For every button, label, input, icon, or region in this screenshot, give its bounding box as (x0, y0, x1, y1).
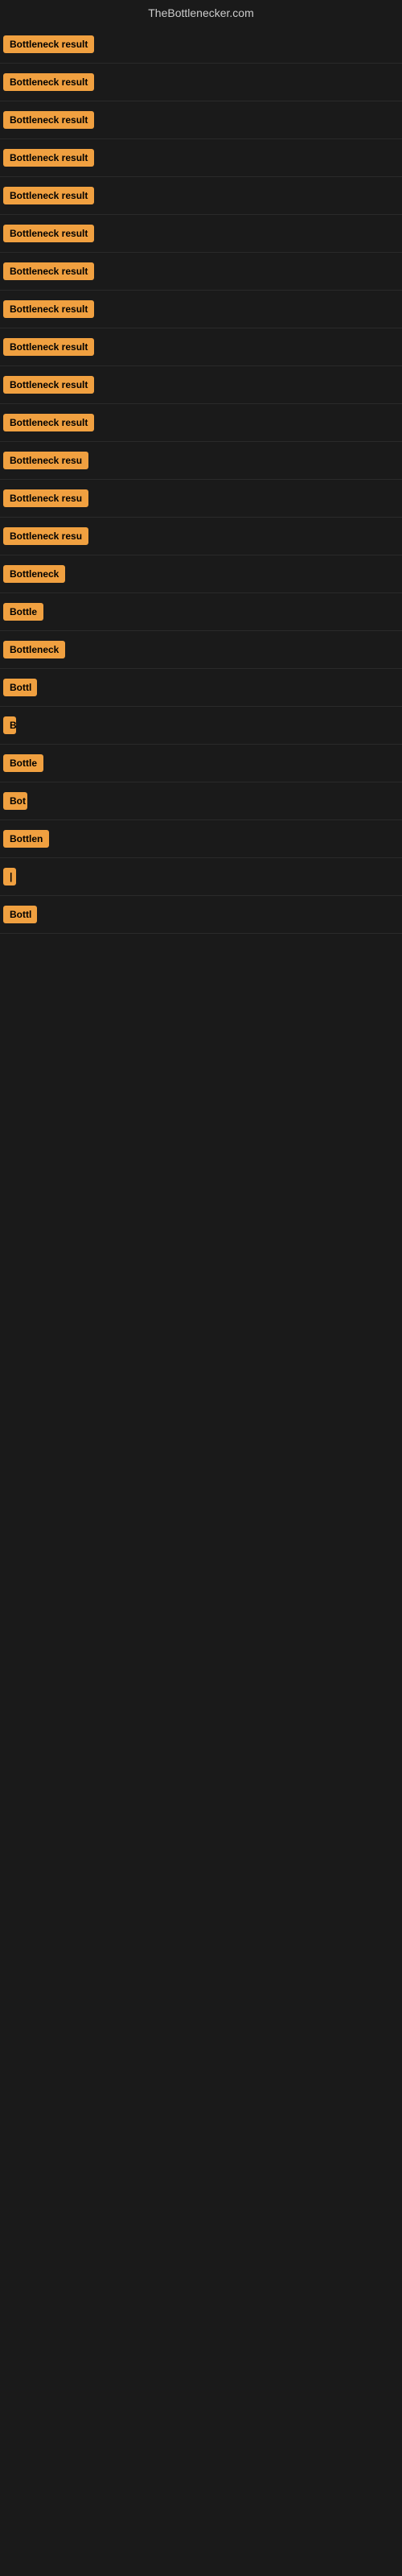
bottleneck-badge[interactable]: Bottleneck result (3, 149, 94, 167)
bottleneck-badge[interactable]: B (3, 716, 16, 734)
result-row: Bottlen (0, 820, 402, 858)
results-list: Bottleneck result Bottleneck result Bottle… (0, 26, 402, 934)
result-row: B (0, 707, 402, 745)
bottleneck-badge[interactable]: Bot (3, 792, 27, 810)
bottleneck-badge[interactable]: Bottleneck result (3, 35, 94, 53)
result-row: Bottleneck result (0, 215, 402, 253)
result-row: Bottleneck result (0, 291, 402, 328)
bottleneck-badge[interactable]: Bottleneck resu (3, 489, 88, 507)
result-row: Bottleneck result (0, 253, 402, 291)
bottleneck-badge[interactable]: Bottle (3, 603, 43, 621)
result-row: Bottleneck resu (0, 518, 402, 555)
result-row: Bottleneck result (0, 64, 402, 101)
bottleneck-badge[interactable]: Bottleneck (3, 641, 65, 658)
result-row: Bottle (0, 745, 402, 782)
bottleneck-badge[interactable]: Bottleneck result (3, 73, 94, 91)
bottleneck-badge[interactable]: Bottleneck result (3, 338, 94, 356)
bottleneck-badge[interactable]: Bottleneck resu (3, 527, 88, 545)
result-row: Bottleneck (0, 555, 402, 593)
result-row: Bottleneck result (0, 139, 402, 177)
bottleneck-badge[interactable]: Bottleneck result (3, 225, 94, 242)
site-title: TheBottlenecker.com (0, 0, 402, 26)
bottleneck-badge[interactable]: Bottlen (3, 830, 49, 848)
bottleneck-badge[interactable]: | (3, 868, 16, 886)
result-row: Bottl (0, 669, 402, 707)
bottleneck-badge[interactable]: Bottleneck result (3, 187, 94, 204)
bottleneck-badge[interactable]: Bottle (3, 754, 43, 772)
result-row: Bottleneck (0, 631, 402, 669)
result-row: Bottleneck result (0, 328, 402, 366)
result-row: Bottleneck result (0, 177, 402, 215)
bottleneck-badge[interactable]: Bottleneck result (3, 262, 94, 280)
result-row: Bottle (0, 593, 402, 631)
result-row: Bottleneck resu (0, 442, 402, 480)
result-row: Bottleneck result (0, 101, 402, 139)
bottleneck-badge[interactable]: Bottleneck resu (3, 452, 88, 469)
bottleneck-badge[interactable]: Bottleneck result (3, 414, 94, 431)
bottleneck-badge[interactable]: Bottleneck result (3, 300, 94, 318)
result-row: Bottleneck resu (0, 480, 402, 518)
result-row: | (0, 858, 402, 896)
bottleneck-badge[interactable]: Bottleneck (3, 565, 65, 583)
result-row: Bottleneck result (0, 366, 402, 404)
bottleneck-badge[interactable]: Bottleneck result (3, 111, 94, 129)
result-row: Bottleneck result (0, 404, 402, 442)
result-row: Bottl (0, 896, 402, 934)
result-row: Bot (0, 782, 402, 820)
bottleneck-badge[interactable]: Bottl (3, 679, 37, 696)
bottleneck-badge[interactable]: Bottl (3, 906, 37, 923)
result-row: Bottleneck result (0, 26, 402, 64)
bottleneck-badge[interactable]: Bottleneck result (3, 376, 94, 394)
